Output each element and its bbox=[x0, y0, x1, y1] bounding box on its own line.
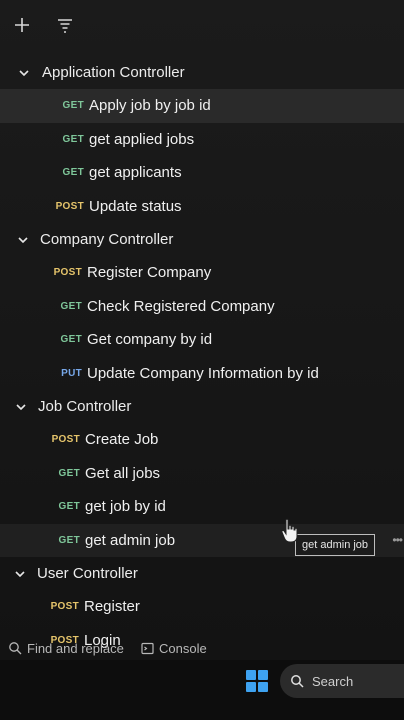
chevron-down-icon bbox=[17, 66, 31, 80]
request-item[interactable]: PUT Update Company Information by id bbox=[0, 357, 404, 391]
collection-tree: Application Controller GET Apply job by jo… bbox=[0, 56, 404, 657]
taskbar-search[interactable]: Search bbox=[280, 664, 404, 698]
method-badge: GET bbox=[58, 467, 80, 479]
tooltip: get admin job bbox=[295, 534, 376, 556]
search-icon bbox=[9, 642, 22, 655]
method-badge: POST bbox=[53, 267, 82, 279]
chevron-down-icon bbox=[13, 567, 27, 581]
folder-label: Job Controller bbox=[38, 398, 132, 415]
folder-label: User Controller bbox=[37, 565, 138, 582]
search-icon bbox=[291, 675, 304, 688]
method-badge: POST bbox=[51, 434, 80, 446]
mouse-cursor-icon bbox=[281, 518, 298, 543]
api-client-screen: Application Controller GET Apply job by jo… bbox=[0, 0, 404, 720]
folder-label: Company Controller bbox=[40, 231, 174, 248]
request-item[interactable]: POST Update status bbox=[0, 190, 404, 224]
request-item[interactable]: GET Check Registered Company bbox=[0, 290, 404, 324]
folder-user-controller[interactable]: User Controller bbox=[0, 557, 404, 590]
request-label: Register Company bbox=[87, 264, 212, 282]
chevron-down-icon bbox=[16, 233, 30, 247]
more-options-icon[interactable]: ••• bbox=[392, 533, 403, 547]
windows-taskbar: Search bbox=[0, 660, 404, 720]
method-badge: GET bbox=[62, 167, 84, 179]
method-badge: GET bbox=[62, 100, 84, 112]
request-item[interactable]: POST Register Company bbox=[0, 256, 404, 290]
find-replace-button[interactable]: Find and replace bbox=[8, 641, 124, 656]
folder-company-controller[interactable]: Company Controller bbox=[0, 223, 404, 256]
method-badge: GET bbox=[58, 501, 80, 513]
request-label: get applicants bbox=[89, 164, 182, 182]
request-item[interactable]: GET Get company by id bbox=[0, 323, 404, 357]
chevron-down-icon bbox=[14, 400, 28, 414]
request-label: Apply job by job id bbox=[89, 97, 211, 115]
console-label: Console bbox=[159, 640, 207, 656]
method-badge: POST bbox=[55, 200, 84, 212]
request-label: get applied jobs bbox=[89, 130, 195, 148]
request-item[interactable]: POST Create Job bbox=[0, 423, 404, 457]
method-badge: PUT bbox=[61, 367, 82, 379]
request-label: Get all jobs bbox=[85, 464, 161, 482]
status-bar: Find and replace Console bbox=[0, 636, 404, 660]
method-badge: GET bbox=[62, 133, 84, 145]
find-replace-label: Find and replace bbox=[27, 640, 124, 656]
request-item[interactable]: GET get applied jobs bbox=[0, 123, 404, 157]
request-item[interactable]: GET get applicants bbox=[0, 156, 404, 190]
method-badge: POST bbox=[50, 601, 79, 613]
request-label: Register bbox=[84, 598, 140, 616]
folder-label: Application Controller bbox=[42, 64, 185, 81]
method-badge: GET bbox=[60, 334, 82, 346]
sidebar-toolbar bbox=[0, 0, 404, 50]
plus-icon[interactable] bbox=[9, 12, 35, 38]
console-icon bbox=[141, 642, 154, 654]
request-label: Create Job bbox=[85, 431, 159, 449]
filter-icon[interactable] bbox=[52, 12, 78, 38]
method-badge: GET bbox=[60, 300, 82, 312]
method-badge: GET bbox=[58, 534, 80, 546]
request-label: get job by id bbox=[85, 498, 166, 516]
request-item[interactable]: POST Register bbox=[0, 590, 404, 624]
request-item[interactable]: GET Apply job by job id bbox=[0, 89, 404, 123]
taskbar-search-label: Search bbox=[312, 673, 354, 689]
request-label: get admin job bbox=[85, 531, 176, 549]
windows-start-icon[interactable] bbox=[246, 670, 268, 692]
request-item[interactable]: GET get job by id bbox=[0, 490, 404, 524]
request-label: Update status bbox=[89, 197, 182, 215]
folder-job-controller[interactable]: Job Controller bbox=[0, 390, 404, 423]
folder-application-controller[interactable]: Application Controller bbox=[0, 56, 404, 89]
request-label: Check Registered Company bbox=[87, 297, 275, 315]
request-label: Get company by id bbox=[87, 331, 213, 349]
console-button[interactable]: Console bbox=[141, 641, 207, 656]
request-item[interactable]: GET Get all jobs bbox=[0, 457, 404, 491]
request-label: Update Company Information by id bbox=[87, 364, 319, 382]
